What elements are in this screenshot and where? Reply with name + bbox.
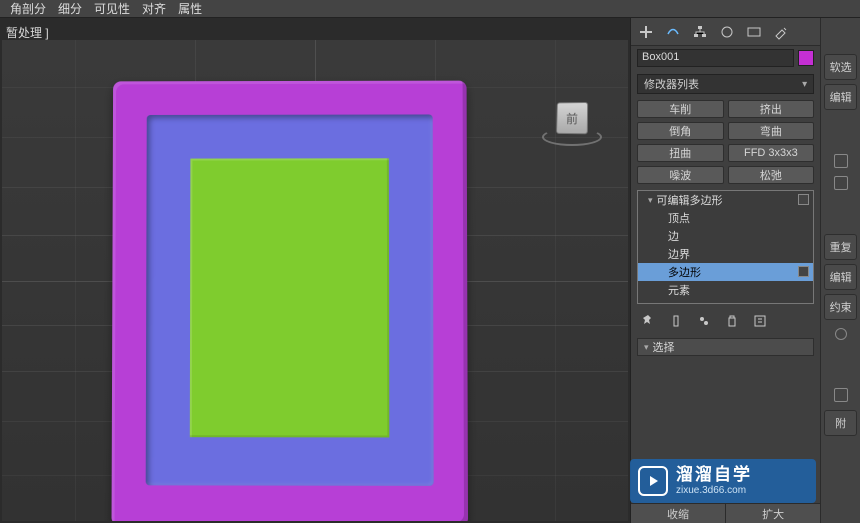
side-square-icon[interactable] — [834, 154, 848, 168]
frame-inner — [146, 114, 434, 485]
rollout-selection: 选择 — [637, 338, 814, 356]
menu-item-properties[interactable]: 属性 — [172, 0, 208, 17]
side-square-icon-2[interactable] — [834, 176, 848, 190]
ffd-button[interactable]: FFD 3x3x3 — [728, 144, 815, 162]
command-tabs — [631, 18, 820, 46]
stack-root-label: 可编辑多边形 — [657, 192, 723, 208]
viewport[interactable]: 前 — [2, 40, 628, 521]
unique-icon[interactable] — [697, 314, 713, 330]
stack-root[interactable]: 可编辑多边形 — [638, 191, 813, 209]
viewport-label: 暂处理 ] — [6, 24, 49, 41]
noise-button[interactable]: 噪波 — [637, 166, 724, 184]
scene-object[interactable] — [112, 81, 469, 521]
relax-button[interactable]: 松弛 — [728, 166, 815, 184]
modifier-list-dropdown[interactable]: 修改器列表 — [637, 74, 814, 94]
create-tab-icon[interactable] — [637, 23, 655, 41]
bend-button[interactable]: 弯曲 — [728, 122, 815, 140]
display-tab-icon[interactable] — [745, 23, 763, 41]
side-edit2-button[interactable]: 编辑 — [824, 264, 857, 290]
stack-border[interactable]: 边界 — [638, 245, 813, 263]
modifier-list: 修改器列表 — [637, 74, 814, 94]
watermark: 溜溜自学 zixue.3d66.com — [630, 459, 816, 503]
object-color-swatch[interactable] — [798, 50, 814, 66]
lathe-button[interactable]: 车削 — [637, 100, 724, 118]
side-edit-button[interactable]: 编辑 — [824, 84, 857, 110]
remove-icon[interactable] — [725, 314, 741, 330]
motion-tab-icon[interactable] — [718, 23, 736, 41]
utilities-tab-icon[interactable] — [772, 23, 790, 41]
modifier-stack[interactable]: 可编辑多边形 顶点 边 边界 多边形 元素 — [637, 190, 814, 304]
rollout-selection-header[interactable]: 选择 — [637, 338, 814, 356]
menu-item-align[interactable]: 对齐 — [136, 0, 172, 17]
stack-vertex[interactable]: 顶点 — [638, 209, 813, 227]
side-constrain-button[interactable]: 约束 — [824, 294, 857, 320]
show-result-icon[interactable] — [669, 314, 685, 330]
menu-item-subdivision[interactable]: 细分 — [52, 0, 88, 17]
stack-polygon-toggle[interactable] — [798, 266, 809, 277]
watermark-play-icon — [638, 466, 668, 496]
side-attach-button[interactable]: 附 — [824, 410, 857, 436]
stack-toolbar — [631, 310, 820, 334]
configure-icon[interactable] — [753, 314, 769, 330]
object-name-row: Box001 — [631, 46, 820, 70]
viewcube-face[interactable]: 前 — [556, 102, 588, 134]
main-area: 暂处理 ] 前 — [0, 18, 630, 523]
stack-edge[interactable]: 边 — [638, 227, 813, 245]
menu-item-subdivide[interactable]: 角剖分 — [4, 0, 52, 17]
side-circle-icon[interactable] — [835, 328, 847, 340]
side-soft-button[interactable]: 软选 — [824, 54, 857, 80]
hierarchy-tab-icon[interactable] — [691, 23, 709, 41]
frame-center — [190, 158, 390, 437]
command-panel: Box001 修改器列表 车削 挤出 倒角 弯曲 扭曲 FFD 3x3x3 噪波… — [630, 18, 860, 523]
object-name-input[interactable]: Box001 — [637, 49, 794, 67]
stack-polygon-label: 多边形 — [668, 264, 701, 280]
grow-button[interactable]: 扩大 — [726, 504, 820, 523]
modify-tab-icon[interactable] — [664, 23, 682, 41]
menu-bar: 角剖分 细分 可见性 对齐 属性 — [0, 0, 860, 18]
extrude-button[interactable]: 挤出 — [728, 100, 815, 118]
command-panel-main: Box001 修改器列表 车削 挤出 倒角 弯曲 扭曲 FFD 3x3x3 噪波… — [631, 18, 820, 523]
watermark-title: 溜溜自学 — [676, 466, 752, 485]
watermark-url: zixue.3d66.com — [676, 485, 752, 496]
view-cube[interactable]: 前 — [542, 94, 602, 154]
stack-root-toggle[interactable] — [798, 194, 809, 205]
chamfer-button[interactable]: 倒角 — [637, 122, 724, 140]
menu-item-visibility[interactable]: 可见性 — [88, 0, 136, 17]
side-square-icon-3[interactable] — [834, 388, 848, 402]
stack-polygon[interactable]: 多边形 — [638, 263, 813, 281]
pin-icon[interactable] — [641, 314, 657, 330]
twist-button[interactable]: 扭曲 — [637, 144, 724, 162]
side-ribbon: 软选 编辑 重复 编辑 约束 附 — [820, 18, 860, 523]
bottom-buttons: 收缩 扩大 — [631, 503, 820, 523]
shrink-button[interactable]: 收缩 — [631, 504, 726, 523]
stack-element[interactable]: 元素 — [638, 281, 813, 299]
modifier-buttons: 车削 挤出 倒角 弯曲 扭曲 FFD 3x3x3 噪波 松弛 — [631, 100, 820, 184]
side-undo-button[interactable]: 重复 — [824, 234, 857, 260]
